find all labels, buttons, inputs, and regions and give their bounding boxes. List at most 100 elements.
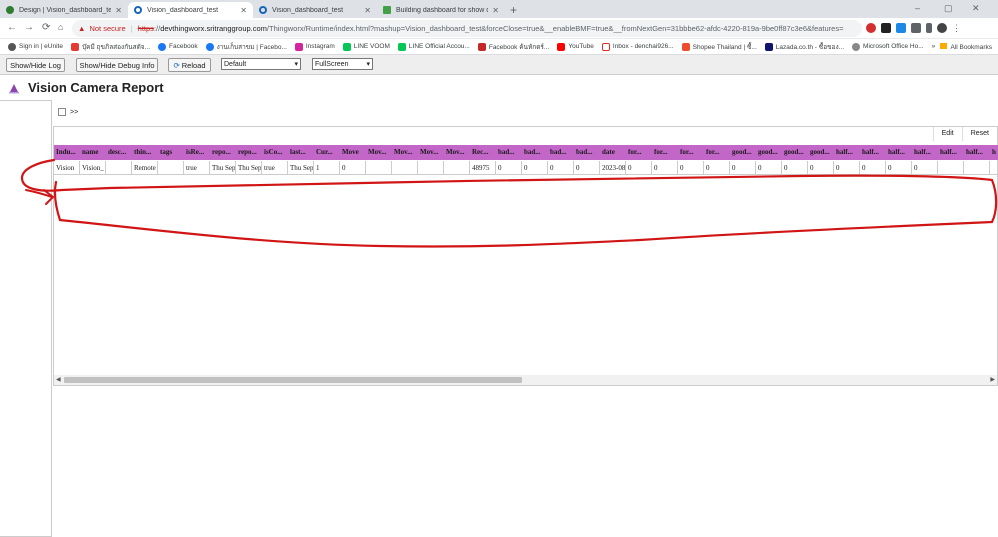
column-header[interactable]: thin... (132, 145, 158, 160)
column-header[interactable]: bad... (548, 145, 574, 160)
column-header[interactable]: half... (886, 145, 912, 160)
column-header[interactable]: Cur... (314, 145, 340, 160)
bookmark-item[interactable]: Facebook ค้นหักดร์... (477, 42, 549, 52)
profile-avatar[interactable] (937, 23, 947, 33)
column-header[interactable]: for... (626, 145, 652, 160)
column-header[interactable]: Mov... (418, 145, 444, 160)
column-header[interactable]: desc... (106, 145, 132, 160)
column-header[interactable]: bad... (496, 145, 522, 160)
bookmark-item[interactable]: Lazada.co.th - ซื้อของ... (764, 42, 844, 52)
column-header[interactable]: repo... (210, 145, 236, 160)
column-header[interactable]: good... (782, 145, 808, 160)
new-tab-button[interactable]: + (510, 3, 517, 17)
mashup-select[interactable]: Default ▾ (221, 58, 301, 70)
reset-button[interactable]: Reset (961, 127, 997, 141)
sidepanel-icon[interactable] (926, 23, 932, 33)
bookmark-item[interactable]: LINE VOOM (342, 42, 390, 51)
menu-dots-icon[interactable]: ⋮ (952, 23, 962, 33)
column-header[interactable]: half... (834, 145, 860, 160)
bookmarks-more[interactable]: » (932, 43, 936, 50)
all-bookmarks[interactable]: All Bookmarks (940, 43, 992, 51)
column-header[interactable]: for... (678, 145, 704, 160)
column-header[interactable]: Mov... (392, 145, 418, 160)
reload-button[interactable]: ⟳ Reload (168, 58, 211, 72)
close-icon[interactable]: ✕ (364, 6, 371, 15)
maximize-button[interactable]: ▢ (944, 3, 953, 14)
warning-icon[interactable]: ▲ (78, 24, 85, 33)
lazada-icon (764, 42, 773, 51)
expand-checkbox-row[interactable]: >> (58, 108, 78, 116)
column-header[interactable]: tags (158, 145, 184, 160)
column-header[interactable]: half... (938, 145, 964, 160)
home-icon[interactable]: ⌂ (58, 22, 63, 32)
column-header[interactable]: half... (860, 145, 886, 160)
column-header[interactable]: isCo... (262, 145, 288, 160)
bookmark-item[interactable]: งานเก็บสาขม | Facebo... (205, 42, 287, 52)
url-scheme: https (137, 24, 154, 33)
bookmark-item[interactable]: Shopee Thailand | ซื้... (681, 42, 757, 52)
column-header[interactable]: Rec... (470, 145, 496, 160)
expand-checkbox[interactable] (58, 108, 66, 116)
bookmark-item[interactable]: LINE Official Accou... (397, 42, 470, 51)
browser-tab-vision[interactable]: Vision_dashboard_test ✕ (253, 2, 377, 18)
column-header[interactable]: Move (340, 145, 366, 160)
office-icon (852, 42, 861, 51)
close-icon[interactable]: ✕ (492, 6, 499, 15)
table-cell: 0 (704, 161, 730, 174)
browser-tab-vision-active[interactable]: Vision_dashboard_test ✕ (128, 2, 253, 18)
bookmark-item[interactable]: Instagram (294, 42, 335, 51)
address-bar[interactable]: ▲ Not secure | https :// devthingworx.sr… (72, 20, 862, 37)
column-header[interactable]: half... (912, 145, 938, 160)
scroll-left-icon[interactable]: ◀ (56, 376, 61, 383)
expand-label: >> (70, 108, 79, 116)
scroll-right-icon[interactable]: ▶ (990, 376, 995, 383)
column-header[interactable]: repo... (236, 145, 262, 160)
reload-icon[interactable]: ⟳ (42, 22, 50, 33)
column-header[interactable]: last... (288, 145, 314, 160)
column-header[interactable]: good... (808, 145, 834, 160)
show-hide-log-button[interactable]: Show/Hide Log (6, 58, 65, 72)
column-header[interactable]: name (80, 145, 106, 160)
close-icon[interactable]: ✕ (240, 6, 247, 15)
bookmark-item[interactable]: Microsoft Office Ho... (852, 42, 924, 51)
minimize-button[interactable]: – (915, 3, 920, 13)
extension-icon[interactable] (896, 23, 906, 33)
column-header[interactable]: Mov... (444, 145, 470, 160)
horizontal-scrollbar[interactable]: ◀ ▶ (54, 375, 997, 385)
browser-tab-building-dashboard[interactable]: Building dashboard for show da ✕ (377, 2, 505, 18)
table-row[interactable]: Vision Vision_ Remote true Thu Sep Thu Sep tru… (54, 161, 998, 175)
forward-arrow-icon[interactable]: → (24, 22, 34, 33)
close-icon[interactable]: ✕ (115, 6, 122, 15)
column-header[interactable]: bad... (522, 145, 548, 160)
column-header[interactable]: for... (704, 145, 730, 160)
puzzle-icon[interactable] (911, 23, 921, 33)
window-close-button[interactable]: ✕ (972, 3, 980, 14)
back-arrow-icon[interactable]: ← (7, 22, 17, 33)
browser-tab-design[interactable]: Design | Vision_dashboard_test ✕ (0, 2, 128, 18)
fullscreen-select[interactable]: FullScreen ▾ (312, 58, 373, 70)
column-header[interactable]: half... (964, 145, 990, 160)
column-header[interactable]: isRe... (184, 145, 210, 160)
bookmark-item[interactable]: Facebook (158, 42, 198, 51)
column-header[interactable]: Mov... (366, 145, 392, 160)
bookmark-item[interactable]: Sign in | eUnite (8, 42, 63, 51)
not-secure-label[interactable]: Not secure (89, 24, 125, 33)
show-hide-debug-button[interactable]: Show/Hide Debug Info (76, 58, 158, 72)
scrollbar-thumb[interactable] (64, 377, 522, 383)
column-header[interactable]: good... (756, 145, 782, 160)
column-header[interactable]: date (600, 145, 626, 160)
column-header[interactable]: Indu... (54, 145, 80, 160)
column-header[interactable]: h (990, 145, 998, 160)
column-header[interactable]: bad... (574, 145, 600, 160)
edit-button[interactable]: Edit (932, 127, 962, 141)
column-header[interactable]: for... (652, 145, 678, 160)
extension-icon[interactable] (866, 23, 876, 33)
extension-icon[interactable] (881, 23, 891, 33)
bookmark-item[interactable]: บุ๊คมี ถุขภิลส่องกันสตัจ... (70, 42, 150, 52)
instagram-icon (294, 42, 303, 51)
youtube-icon (557, 42, 566, 51)
bookmark-item[interactable]: Inbox - denchai926... (601, 42, 674, 51)
bookmark-item[interactable]: YouTube (557, 42, 594, 51)
column-header[interactable]: good... (730, 145, 756, 160)
table-cell: 0 (730, 161, 756, 174)
